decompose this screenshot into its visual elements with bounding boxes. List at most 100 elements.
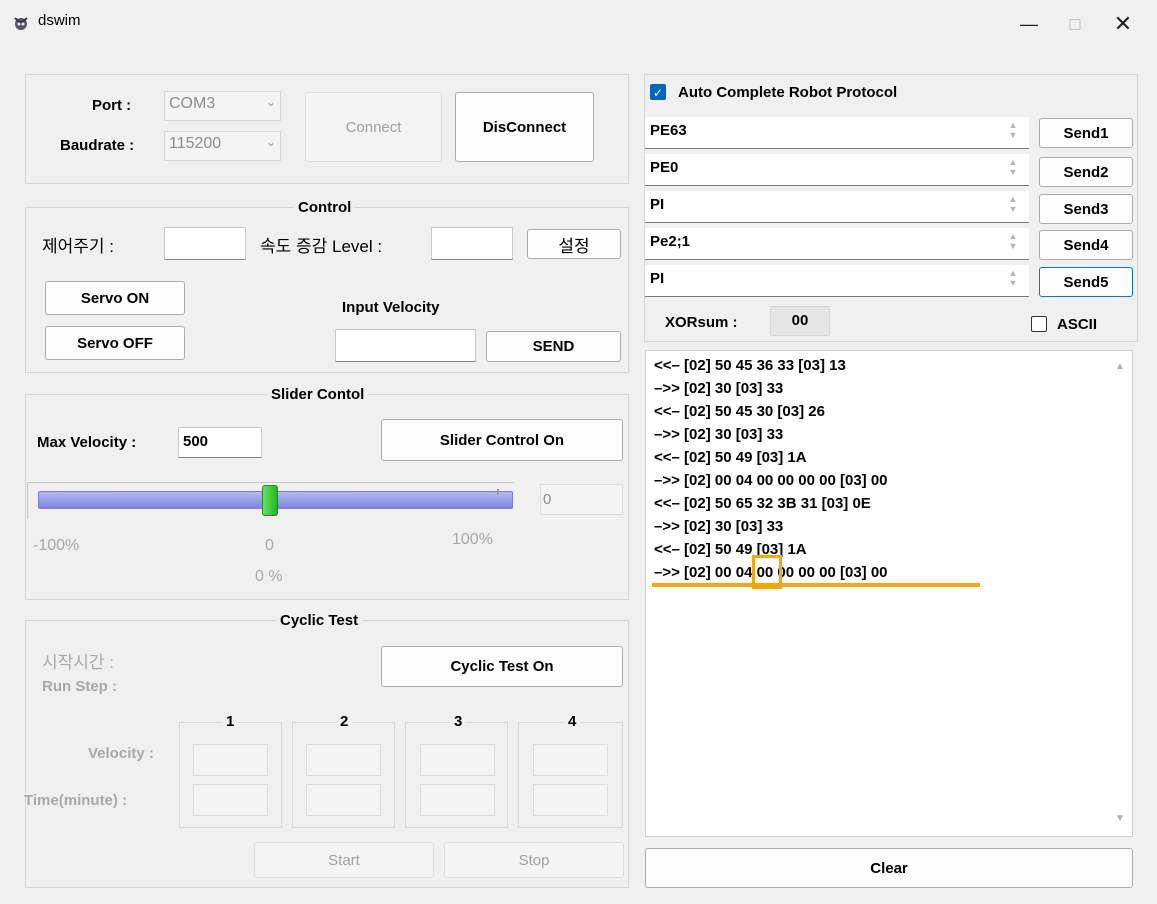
input-velocity-label: Input Velocity bbox=[342, 299, 440, 316]
servo-off-button[interactable]: Servo OFF bbox=[45, 326, 185, 360]
protocol-input-1[interactable]: PE63 ▲ ▼ bbox=[645, 117, 1029, 149]
cyclic-col-2: 2 bbox=[336, 713, 353, 730]
spinner-icon[interactable]: ▲ ▼ bbox=[1007, 268, 1019, 288]
time-input-1[interactable] bbox=[193, 784, 268, 816]
velocity-input-3[interactable] bbox=[420, 744, 495, 776]
close-icon[interactable]: ✕ bbox=[1100, 6, 1146, 42]
protocol-value-2: PE0 bbox=[650, 159, 679, 176]
max-velocity-input[interactable]: 500 bbox=[178, 427, 262, 458]
log-line: <<– [02] 50 49 [03] 1A bbox=[654, 541, 807, 558]
cyclic-title: Cyclic Test bbox=[276, 612, 363, 629]
disconnect-button[interactable]: DisConnect bbox=[455, 92, 594, 162]
title-bar: dswim — □ ✕ bbox=[0, 0, 1157, 50]
slider-value-text: 0 bbox=[543, 491, 552, 508]
speed-level-label: 속도 증감 Level : bbox=[260, 237, 383, 256]
chevron-down-icon: ⌄ bbox=[265, 135, 276, 149]
time-input-3[interactable] bbox=[420, 784, 495, 816]
scroll-up-icon[interactable]: ▲ bbox=[1115, 361, 1125, 372]
connect-button[interactable]: Connect bbox=[305, 92, 442, 162]
log-scrollbar[interactable]: ▲ ▼ bbox=[1110, 351, 1132, 836]
highlight-underline bbox=[652, 583, 980, 587]
control-title: Control bbox=[294, 199, 356, 216]
slider-control-on-button[interactable]: Slider Control On bbox=[381, 419, 623, 461]
protocol-input-2[interactable]: PE0 ▲ ▼ bbox=[645, 154, 1029, 186]
xorsum-value: 00 bbox=[770, 306, 830, 336]
port-select[interactable]: COM3 ⌄ bbox=[164, 91, 281, 121]
send5-button[interactable]: Send5 bbox=[1039, 267, 1133, 297]
control-period-input[interactable] bbox=[164, 227, 246, 260]
run-step-label: Run Step : bbox=[42, 678, 117, 695]
log-line: –>> [02] 30 [03] 33 bbox=[654, 380, 784, 397]
chevron-down-icon: ⌄ bbox=[265, 95, 276, 109]
log-line: <<– [02] 50 65 32 3B 31 [03] 0E bbox=[654, 495, 871, 512]
ascii-checkbox[interactable] bbox=[1031, 316, 1047, 332]
send3-button[interactable]: Send3 bbox=[1039, 194, 1133, 224]
auto-complete-label: Auto Complete Robot Protocol bbox=[678, 84, 898, 101]
app-icon bbox=[14, 17, 28, 30]
time-input-4[interactable] bbox=[533, 784, 608, 816]
velocity-input-2[interactable] bbox=[306, 744, 381, 776]
log-textbox[interactable]: ▲ ▼ <<– [02] 50 45 36 33 [03] 13 –>> [02… bbox=[645, 350, 1133, 837]
send-velocity-button[interactable]: SEND bbox=[486, 331, 621, 362]
velocity-row-label: Velocity : bbox=[88, 745, 154, 762]
baudrate-select[interactable]: 115200 ⌄ bbox=[164, 131, 281, 161]
max-velocity-value: 500 bbox=[183, 433, 209, 450]
slider-min-label: -100% bbox=[33, 537, 80, 554]
protocol-value-5: PI bbox=[650, 270, 665, 287]
start-time-label: 시작시간 : bbox=[42, 653, 115, 672]
slider-tick bbox=[497, 489, 499, 495]
stop-button[interactable]: Stop bbox=[444, 842, 624, 878]
log-line: <<– [02] 50 45 30 [03] 26 bbox=[654, 403, 825, 420]
scroll-down-icon[interactable]: ▼ bbox=[1115, 813, 1125, 824]
set-button[interactable]: 설정 bbox=[527, 229, 621, 259]
window-title: dswim bbox=[38, 12, 81, 29]
slider-max-label: 100% bbox=[452, 531, 493, 548]
baudrate-label: Baudrate : bbox=[60, 137, 135, 154]
protocol-value-1: PE63 bbox=[650, 122, 687, 139]
send2-button[interactable]: Send2 bbox=[1039, 157, 1133, 187]
cyclic-col-1: 1 bbox=[222, 713, 239, 730]
baudrate-value: 115200 bbox=[169, 135, 222, 152]
time-row-label: Time(minute) : bbox=[24, 792, 128, 809]
velocity-input-1[interactable] bbox=[193, 744, 268, 776]
slider-mid-label: 0 bbox=[265, 537, 274, 554]
ascii-label: ASCII bbox=[1057, 316, 1098, 333]
cyclic-test-on-button[interactable]: Cyclic Test On bbox=[381, 646, 623, 687]
xorsum-label: XORsum : bbox=[665, 314, 738, 331]
time-input-2[interactable] bbox=[306, 784, 381, 816]
spinner-icon[interactable]: ▲ ▼ bbox=[1007, 194, 1019, 214]
log-line: –>> [02] 30 [03] 33 bbox=[654, 518, 784, 535]
protocol-input-4[interactable]: Pe2;1 ▲ ▼ bbox=[645, 228, 1029, 260]
slider-percent-label: 0 % bbox=[255, 568, 283, 585]
spinner-icon[interactable]: ▲ ▼ bbox=[1007, 231, 1019, 251]
protocol-input-3[interactable]: PI ▲ ▼ bbox=[645, 191, 1029, 223]
log-line: –>> [02] 00 04 00 00 00 00 [03] 00 bbox=[654, 472, 888, 489]
maximize-icon[interactable]: □ bbox=[1052, 6, 1098, 42]
control-period-label: 제어주기 : bbox=[42, 237, 115, 256]
protocol-value-3: PI bbox=[650, 196, 665, 213]
spinner-icon[interactable]: ▲ ▼ bbox=[1007, 120, 1019, 140]
clear-button[interactable]: Clear bbox=[645, 848, 1133, 888]
start-button[interactable]: Start bbox=[254, 842, 434, 878]
send4-button[interactable]: Send4 bbox=[1039, 230, 1133, 260]
slider-title: Slider Contol bbox=[267, 386, 369, 403]
input-velocity-field[interactable] bbox=[335, 329, 476, 362]
log-line: <<– [02] 50 45 36 33 [03] 13 bbox=[654, 357, 846, 374]
protocol-value-4: Pe2;1 bbox=[650, 233, 691, 250]
cyclic-col-3: 3 bbox=[450, 713, 467, 730]
max-velocity-label: Max Velocity : bbox=[37, 434, 137, 451]
velocity-input-4[interactable] bbox=[533, 744, 608, 776]
velocity-slider-thumb[interactable] bbox=[262, 485, 278, 516]
auto-complete-checkbox[interactable]: ✓ bbox=[650, 84, 666, 100]
log-line: <<– [02] 50 49 [03] 1A bbox=[654, 449, 807, 466]
cyclic-col-4: 4 bbox=[564, 713, 581, 730]
spinner-icon[interactable]: ▲ ▼ bbox=[1007, 157, 1019, 177]
servo-on-button[interactable]: Servo ON bbox=[45, 281, 185, 315]
protocol-input-5[interactable]: PI ▲ ▼ bbox=[645, 265, 1029, 297]
minimize-icon[interactable]: — bbox=[1006, 6, 1052, 42]
send1-button[interactable]: Send1 bbox=[1039, 118, 1133, 148]
port-label: Port : bbox=[92, 97, 132, 114]
speed-level-input[interactable] bbox=[431, 227, 513, 260]
slider-value-box: 0 bbox=[540, 484, 623, 515]
log-line: –>> [02] 30 [03] 33 bbox=[654, 426, 784, 443]
